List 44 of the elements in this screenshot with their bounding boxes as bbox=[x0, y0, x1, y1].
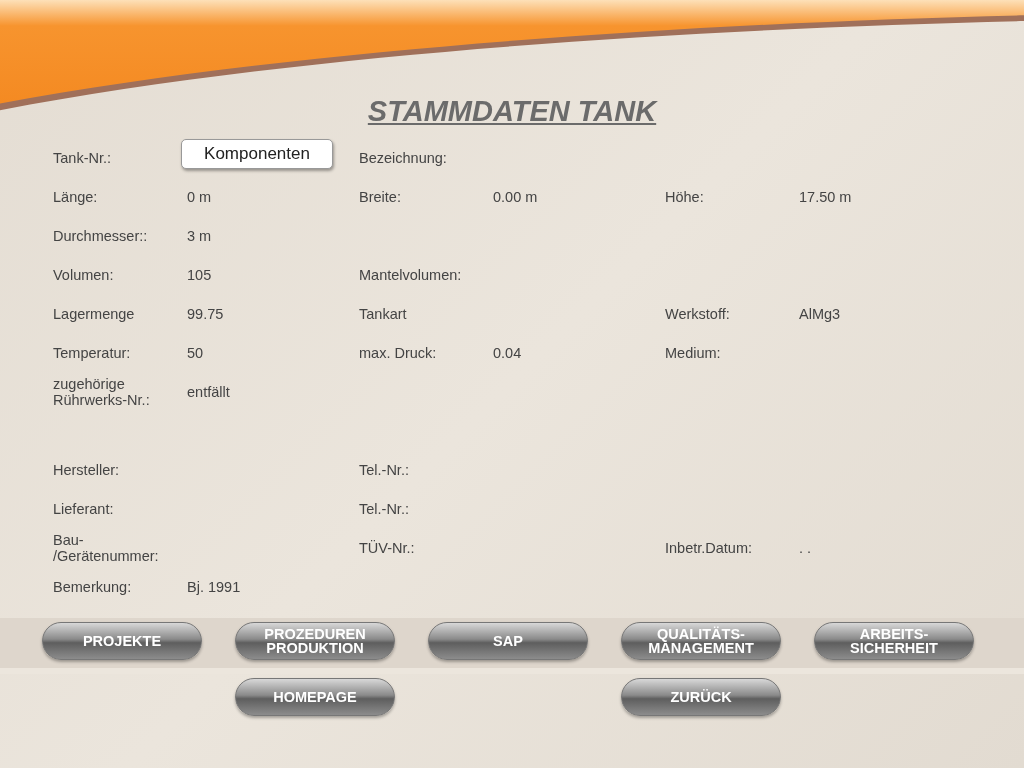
nav-button[interactable]: HOMEPAGE bbox=[235, 678, 395, 716]
page-title: STAMMDATEN TANK bbox=[366, 95, 659, 128]
field-label: zugehörige Rührwerks-Nr.: bbox=[53, 375, 151, 408]
field-value: 17.50 m bbox=[799, 188, 852, 205]
field-label: Bezeichnung: bbox=[359, 149, 447, 166]
field-value: 0.00 m bbox=[493, 188, 538, 205]
field-label: Medium: bbox=[665, 344, 721, 361]
nav-button[interactable]: ARBEITS- SICHERHEIT bbox=[814, 622, 974, 660]
field-label: Höhe: bbox=[665, 188, 704, 205]
field-label: Tankart bbox=[359, 305, 407, 322]
field-label: Volumen: bbox=[53, 266, 114, 283]
field-label: TÜV-Nr.: bbox=[359, 539, 415, 556]
field-label: Tel.-Nr.: bbox=[359, 461, 409, 478]
field-label: Tel.-Nr.: bbox=[359, 500, 409, 517]
nav-button[interactable]: PROJEKTE bbox=[42, 622, 202, 660]
nav-button[interactable]: ZURÜCK bbox=[621, 678, 781, 716]
nav-button[interactable]: SAP bbox=[428, 622, 588, 660]
field-value: 0.04 bbox=[493, 344, 522, 361]
field-value: 0 m bbox=[187, 188, 212, 205]
field-value: AlMg3 bbox=[799, 305, 841, 322]
field-label: Werkstoff: bbox=[665, 305, 730, 322]
field-label: Länge: bbox=[53, 188, 98, 205]
field-label: Hersteller: bbox=[53, 461, 120, 478]
field-value: Bj. 1991 bbox=[187, 578, 241, 595]
field-value: entfällt bbox=[187, 383, 230, 400]
field-label: Durchmesser:: bbox=[53, 227, 148, 244]
field-label: Breite: bbox=[359, 188, 401, 205]
field-value: 99.75 bbox=[187, 305, 224, 322]
field-value: . . bbox=[799, 539, 812, 556]
field-label: Lieferant: bbox=[53, 500, 114, 517]
field-label: max. Druck: bbox=[359, 344, 437, 361]
nav-button[interactable]: PROZEDUREN PRODUKTION bbox=[235, 622, 395, 660]
field-value: 3 m bbox=[187, 227, 212, 244]
field-label: Bau- /Gerätenummer: bbox=[53, 531, 160, 564]
field-label: Tank-Nr.: bbox=[53, 149, 111, 166]
components-button[interactable]: Komponenten bbox=[181, 138, 333, 169]
field-label: Temperatur: bbox=[53, 344, 131, 361]
field-value: 50 bbox=[187, 344, 204, 361]
field-label: Lagermenge bbox=[53, 305, 135, 322]
field-label: Inbetr.Datum: bbox=[665, 539, 753, 556]
field-label: Mantelvolumen: bbox=[359, 266, 462, 283]
nav-button[interactable]: QUALITÄTS- MANAGEMENT bbox=[621, 622, 781, 660]
field-value: 105 bbox=[187, 266, 212, 283]
field-label: Bemerkung: bbox=[53, 578, 132, 595]
